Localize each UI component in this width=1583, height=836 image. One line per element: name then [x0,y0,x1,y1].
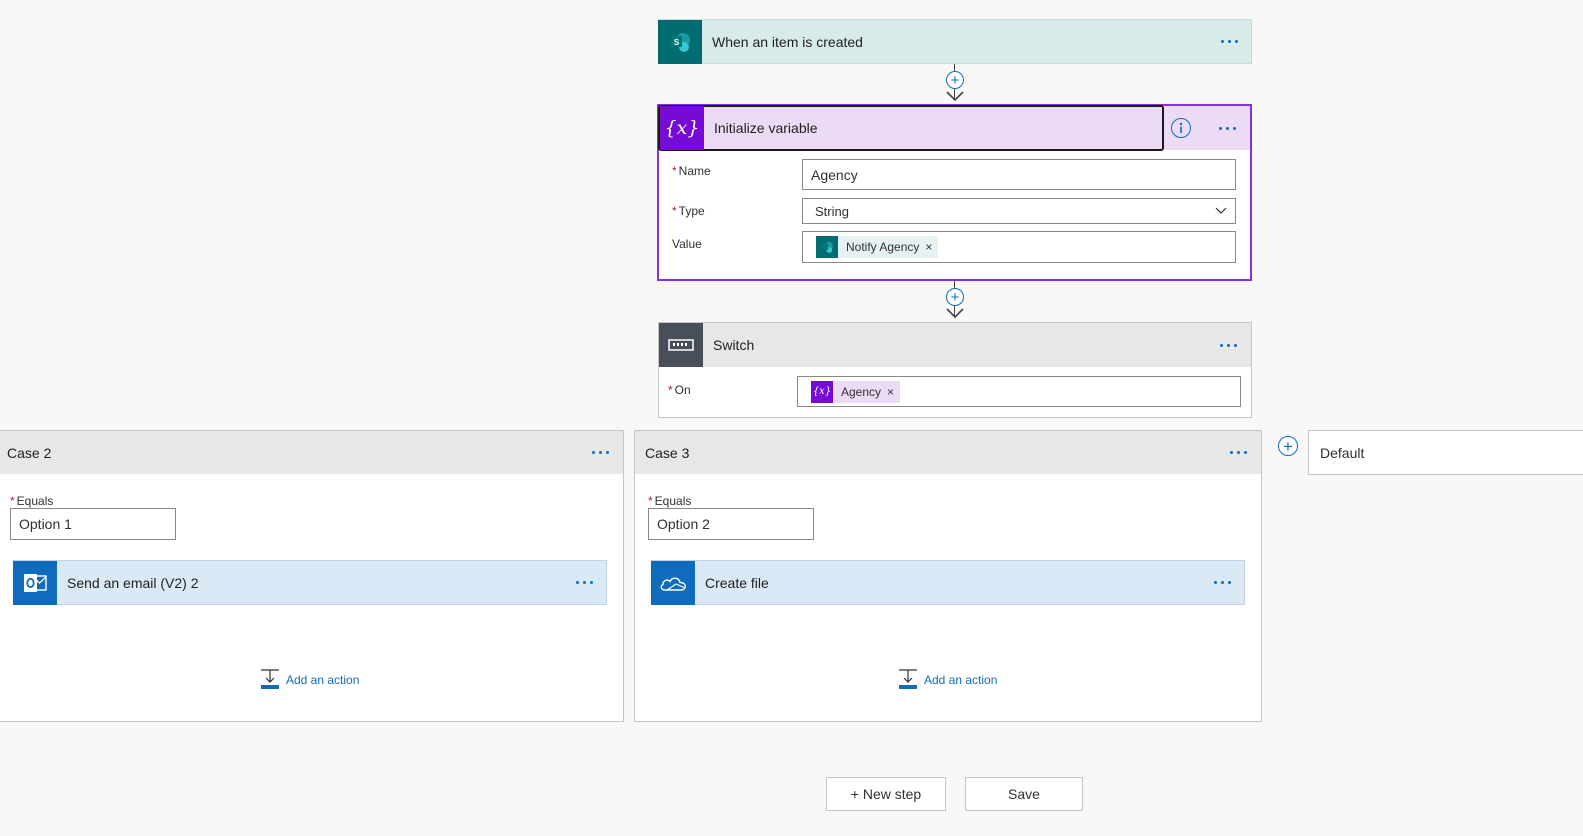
token-label: Agency [841,384,882,399]
new-step-button[interactable]: + New step [826,777,946,811]
action-more-button[interactable] [1208,575,1237,590]
initialize-variable-title: Initialize variable [714,120,818,136]
insert-step-button[interactable]: + [946,71,964,89]
case-equals-value: Option 2 [657,516,710,532]
svg-text:S: S [674,38,680,47]
insert-step-button[interactable]: + [946,288,964,306]
default-case-title: Default [1320,444,1365,461]
switch-more-button[interactable] [1214,338,1243,353]
variable-name-input[interactable]: Agency [802,159,1236,190]
case-equals-input[interactable]: Option 2 [648,508,814,540]
equals-label: * Equals [648,494,692,508]
switch-on-input[interactable]: {x} Agency × [797,376,1241,407]
case-title: Case 2 [7,444,52,461]
initialize-variable-header[interactable]: {x} Initialize variable [660,106,1250,150]
type-label: * Type [672,204,705,218]
add-action-label: Add an action [924,672,998,687]
save-button[interactable]: Save [965,777,1083,811]
default-case-card[interactable]: Default [1308,430,1583,475]
switch-header[interactable]: Switch [659,323,1251,367]
case-equals-value: Option 1 [19,516,72,532]
case-more-button[interactable] [1224,445,1253,460]
action-card-header[interactable]: Send an email (V2) 2 [13,560,607,605]
dynamic-content-token[interactable]: {x} Agency × [811,380,901,403]
add-an-action-button[interactable]: Add an action [898,669,997,690]
sharepoint-icon: S [658,19,702,64]
dynamic-content-token[interactable]: Notify Agency × [816,236,939,258]
variable-type-value: String [815,203,849,219]
add-case-button[interactable]: + [1278,436,1298,456]
action-title: Create file [705,574,769,591]
onedrive-icon [651,560,695,605]
outlook-icon [13,560,57,605]
token-label: Notify Agency [846,240,920,254]
variable-icon: {x} [660,106,704,150]
equals-label: * Equals [10,494,54,508]
trigger-title: When an item is created [712,33,863,50]
case-equals-input[interactable]: Option 1 [10,508,176,540]
switch-title: Switch [713,337,755,353]
variable-icon: {x} [811,380,833,403]
switch-icon [659,323,703,367]
trigger-card-header[interactable]: S When an item is created [658,19,1252,64]
action-title: Send an email (V2) 2 [67,574,199,591]
variable-type-dropdown[interactable]: String [802,198,1236,224]
token-remove-button[interactable]: × [925,240,938,254]
action-more-button[interactable] [570,575,599,590]
chevron-down-icon [1215,207,1227,214]
variable-value-input[interactable]: Notify Agency × [802,231,1236,263]
info-icon[interactable] [1171,118,1191,138]
on-label: * On [668,383,691,397]
action-card-header[interactable]: Create file [651,560,1245,605]
add-an-action-button[interactable]: Add an action [260,669,359,690]
variable-glyph: {x} [664,117,700,139]
case-header[interactable]: Case 2 [0,431,623,474]
sharepoint-icon [816,236,838,258]
case-header[interactable]: Case 3 [635,431,1261,474]
connector-arrow-icon [946,308,964,319]
case-more-button[interactable] [586,445,615,460]
initialize-variable-more-button[interactable] [1213,121,1242,136]
add-action-label: Add an action [286,672,360,687]
variable-name-value: Agency [811,166,858,183]
name-label: * Name [672,164,711,178]
trigger-more-button[interactable] [1215,34,1244,49]
value-label: Value [672,237,702,251]
connector-arrow-icon [946,91,964,102]
case-title: Case 3 [645,444,690,461]
add-action-icon [261,669,279,689]
add-action-icon [899,669,917,689]
token-remove-button[interactable]: × [887,385,900,399]
